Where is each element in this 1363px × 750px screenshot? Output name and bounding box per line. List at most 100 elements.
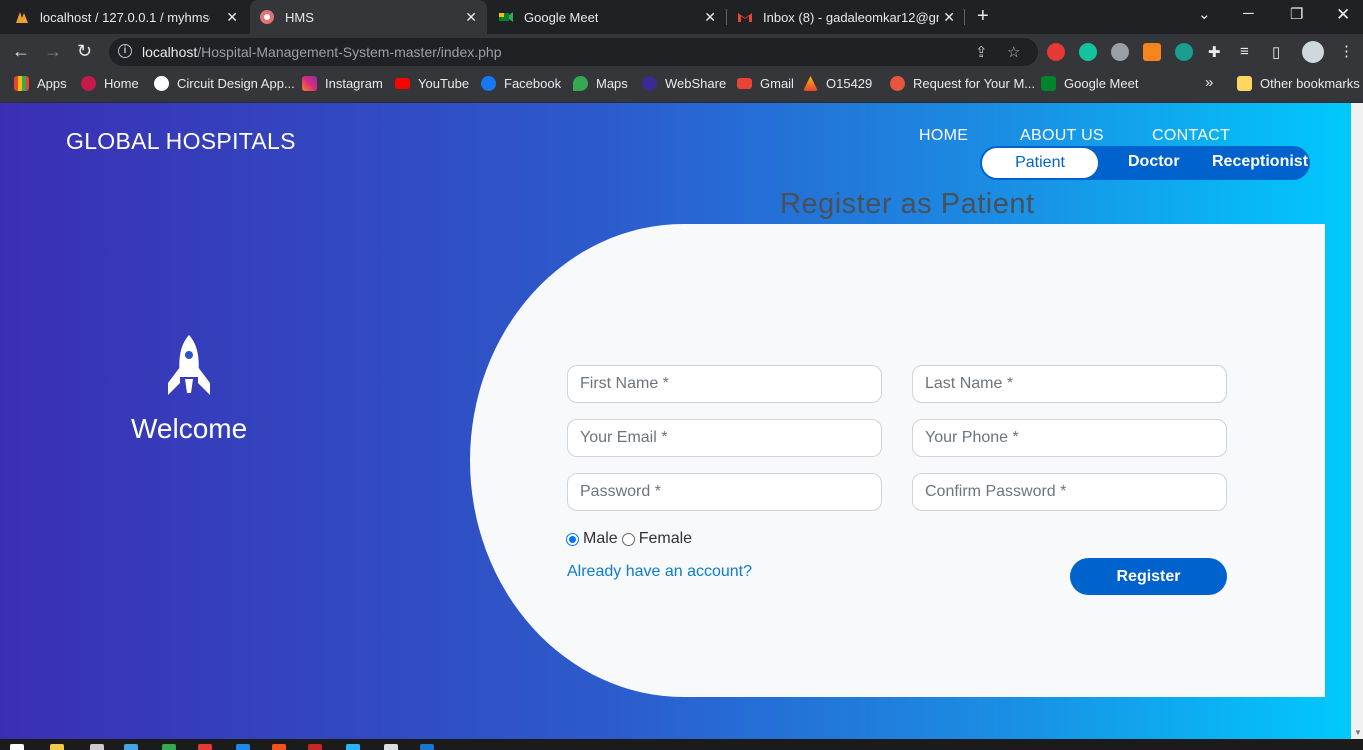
apps-grid-icon: [14, 76, 29, 91]
extension-teal-icon[interactable]: [1175, 43, 1193, 61]
minimize-icon[interactable]: ─: [1243, 5, 1254, 22]
female-label: Female: [638, 530, 693, 547]
bookmark-facebook[interactable]: Facebook: [481, 76, 561, 91]
female-radio[interactable]: [621, 532, 635, 546]
share-icon[interactable]: ⇪: [975, 43, 988, 61]
page-scrollbar[interactable]: ▼: [1351, 103, 1363, 739]
bookmark-google-meet[interactable]: Google Meet: [1041, 76, 1138, 91]
taskbar-app-icon[interactable]: [384, 744, 398, 750]
male-label: Male: [583, 530, 618, 547]
forward-arrow-icon[interactable]: →: [44, 41, 62, 62]
tab-google-meet[interactable]: Google Meet ✕: [498, 0, 726, 34]
bookmark-apps[interactable]: Apps: [14, 76, 67, 91]
register-button[interactable]: Register: [1070, 558, 1227, 595]
back-arrow-icon[interactable]: ←: [12, 41, 30, 62]
google-meet-icon: [498, 9, 514, 25]
site-info-icon[interactable]: i: [118, 44, 132, 58]
bookmark-youtube[interactable]: YouTube: [395, 76, 469, 91]
tab-patient[interactable]: Patient: [982, 148, 1098, 178]
brand-logo[interactable]: GLOBAL HOSPITALS: [66, 128, 296, 155]
bookmark-label: WebShare: [665, 76, 727, 91]
tab-separator: [726, 9, 727, 25]
windows-start-icon[interactable]: [10, 744, 24, 750]
file-explorer-icon[interactable]: [50, 744, 64, 750]
chrome-icon[interactable]: [198, 744, 212, 750]
bookmark-home[interactable]: Home: [81, 76, 139, 91]
tab-hms[interactable]: HMS ✕: [250, 0, 487, 34]
address-bar[interactable]: i localhost/Hospital-Management-System-m…: [109, 38, 1038, 66]
bookmark-circuit[interactable]: Circuit Design App...: [154, 76, 295, 91]
taskbar-app-icon[interactable]: [162, 744, 176, 750]
login-link[interactable]: Already have an account?: [567, 563, 752, 581]
bookmark-maps[interactable]: Maps: [573, 76, 628, 91]
vscode-icon[interactable]: [420, 744, 434, 750]
phone-field[interactable]: [912, 419, 1227, 457]
taskbar-app-icon[interactable]: [124, 744, 138, 750]
folder-icon: [1237, 76, 1252, 91]
tab-phpmyadmin[interactable]: localhost / 127.0.0.1 / myhmsdb / ✕: [14, 0, 248, 34]
overflow-chevron-icon: »: [1205, 74, 1214, 91]
nav-contact[interactable]: CONTACT: [1152, 127, 1230, 145]
nav-home[interactable]: HOME: [919, 127, 968, 145]
password-field[interactable]: [567, 473, 882, 511]
close-icon[interactable]: ✕: [226, 9, 238, 26]
tab-doctor[interactable]: Doctor: [1128, 153, 1180, 171]
email-field[interactable]: [567, 419, 882, 457]
bookmark-gmail[interactable]: Gmail: [737, 76, 794, 91]
webshare-icon: [642, 76, 657, 91]
taskbar-app-icon[interactable]: [90, 744, 104, 750]
puzzle-extensions-icon[interactable]: ✚: [1208, 43, 1221, 61]
taskbar-app-icon[interactable]: [346, 744, 360, 750]
restore-icon[interactable]: ❐: [1290, 5, 1303, 23]
bookmark-request[interactable]: Request for Your M...: [890, 76, 1035, 91]
nav-about-us[interactable]: ABOUT US: [1020, 127, 1104, 145]
close-icon[interactable]: ✕: [943, 9, 955, 26]
media-control-icon[interactable]: ≡: [1240, 43, 1249, 60]
first-name-field[interactable]: [567, 365, 882, 403]
taskbar-app-icon[interactable]: [272, 744, 286, 750]
profile-avatar[interactable]: [1302, 41, 1324, 63]
globe-icon[interactable]: [1111, 43, 1129, 61]
close-window-icon[interactable]: ✕: [1336, 5, 1350, 25]
kebab-menu-icon[interactable]: ⋮: [1339, 42, 1354, 60]
tab-title: HMS: [285, 9, 314, 25]
bookmark-label: Request for Your M...: [913, 76, 1036, 91]
bookmarks-overflow-button[interactable]: »: [1205, 74, 1213, 91]
bookmark-label: Facebook: [504, 76, 562, 91]
bookmark-label: Other bookmarks: [1260, 76, 1360, 91]
bookmark-o15429[interactable]: O15429: [803, 76, 872, 91]
url-path: /Hospital-Management-System-master/index…: [197, 44, 502, 60]
metamask-icon[interactable]: [1143, 43, 1161, 61]
tab-gmail[interactable]: Inbox (8) - gadaleomkar12@gma ✕: [737, 0, 965, 34]
bookmark-label: Instagram: [325, 76, 383, 91]
bookmark-star-icon[interactable]: ☆: [1007, 43, 1020, 61]
male-radio[interactable]: [566, 532, 579, 546]
side-panel-icon[interactable]: ▯: [1272, 43, 1280, 61]
close-icon[interactable]: ✕: [465, 9, 477, 26]
new-tab-plus-icon[interactable]: +: [977, 5, 989, 28]
bookmarks-bar: Apps Home Circuit Design App... Instagra…: [0, 70, 1363, 103]
taskbar-app-icon[interactable]: [236, 744, 250, 750]
tab-search-chevron-icon[interactable]: ⌄: [1198, 5, 1211, 23]
tab-strip: localhost / 127.0.0.1 / myhmsdb / ✕ HMS …: [0, 0, 1363, 34]
extension-red-icon[interactable]: [1047, 43, 1065, 61]
bookmark-label: Apps: [37, 76, 67, 91]
bookmark-label: Google Meet: [1064, 76, 1139, 91]
reload-icon[interactable]: ↻: [77, 41, 92, 62]
taskbar-app-icon[interactable]: [308, 744, 322, 750]
tab-receptionist[interactable]: Receptionist: [1212, 153, 1308, 171]
last-name-field[interactable]: [912, 365, 1227, 403]
bookmark-webshare[interactable]: WebShare: [642, 76, 726, 91]
close-icon[interactable]: ✕: [704, 9, 716, 26]
triangle-icon: [803, 76, 818, 91]
url-text[interactable]: localhost/Hospital-Management-System-mas…: [142, 44, 502, 60]
confirm-password-field[interactable]: [912, 473, 1227, 511]
scroll-down-icon[interactable]: ▼: [1354, 728, 1362, 737]
other-bookmarks[interactable]: Other bookmarks: [1237, 76, 1360, 91]
tab-title: localhost / 127.0.0.1 / myhmsdb /: [40, 9, 210, 25]
phpmyadmin-icon: [14, 9, 30, 25]
gender-group: Male Female: [566, 530, 692, 548]
grammarly-icon[interactable]: [1079, 43, 1097, 61]
bookmark-label: YouTube: [418, 76, 470, 91]
bookmark-instagram[interactable]: Instagram: [302, 76, 383, 91]
